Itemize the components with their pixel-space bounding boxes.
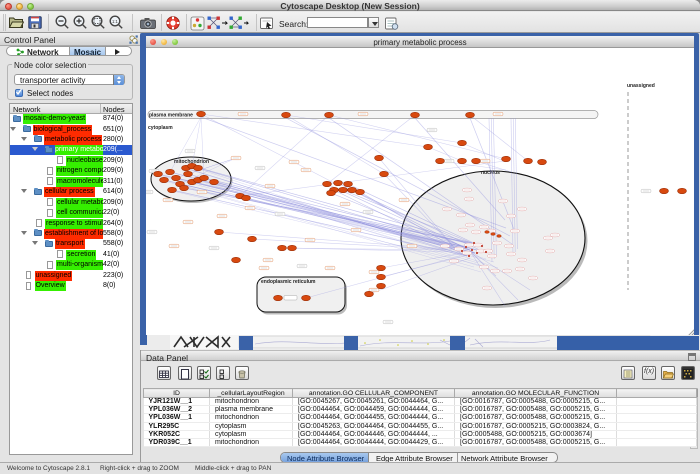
svg-text:1:1: 1:1 (112, 19, 118, 24)
svg-text:endoplasmic reticulum: endoplasmic reticulum (261, 279, 316, 285)
svg-text:unassigned: unassigned (627, 83, 655, 89)
svg-text:plasma membrane: plasma membrane (149, 113, 193, 119)
svg-text:cytoplasm: cytoplasm (148, 125, 173, 131)
